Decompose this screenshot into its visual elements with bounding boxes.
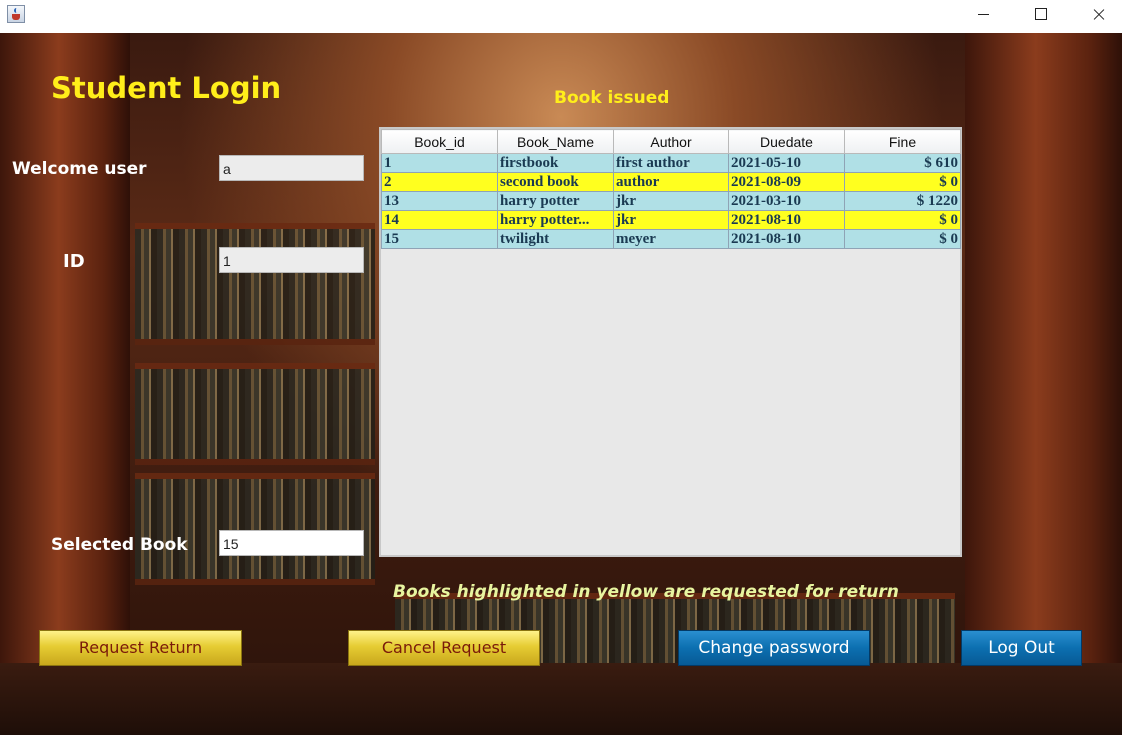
selected-book-label: Selected Book [51,535,188,555]
table-row[interactable]: 15 twilight meyer 2021-08-10 $ 0 [381,229,961,249]
cell-book-id[interactable]: 2 [381,172,498,192]
welcome-user-field[interactable]: a [219,155,364,181]
cell-fine[interactable]: $ 0 [844,210,961,230]
welcome-label: Welcome user [12,159,147,179]
cell-author[interactable]: jkr [613,191,729,211]
column-header-duedate[interactable]: Duedate [728,129,845,154]
title-bar [0,0,1122,33]
cell-duedate[interactable]: 2021-08-09 [728,172,845,192]
page-title: Student Login [51,71,282,105]
cell-fine[interactable]: $ 0 [844,229,961,249]
table-row[interactable]: 2 second book author 2021-08-09 $ 0 [381,172,961,192]
column-header-fine[interactable]: Fine [844,129,961,154]
column-header-author[interactable]: Author [613,129,729,154]
id-label: ID [63,251,85,272]
java-app-icon [7,5,25,23]
highlight-note: Books highlighted in yellow are requeste… [393,582,899,602]
cancel-request-button[interactable]: Cancel Request [348,630,540,666]
table-title: Book issued [554,88,670,108]
cell-fine[interactable]: $ 0 [844,172,961,192]
cell-duedate[interactable]: 2021-08-10 [728,229,845,249]
log-out-button[interactable]: Log Out [961,630,1082,666]
background-bookshelf [135,363,375,465]
selected-book-field[interactable]: 15 [219,530,364,556]
minimize-icon[interactable] [960,0,1006,30]
cell-fine[interactable]: $ 610 [844,153,961,173]
cell-book-id[interactable]: 15 [381,229,498,249]
cell-book-name[interactable]: second book [497,172,614,192]
id-field[interactable]: 1 [219,247,364,273]
table-row[interactable]: 13 harry potter jkr 2021-03-10 $ 1220 [381,191,961,211]
cell-author[interactable]: first author [613,153,729,173]
cell-book-name[interactable]: firstbook [497,153,614,173]
table-row[interactable]: 14 harry potter... jkr 2021-08-10 $ 0 [381,210,961,230]
cell-fine[interactable]: $ 1220 [844,191,961,211]
background-floor [0,663,1122,735]
cell-book-id[interactable]: 13 [381,191,498,211]
cell-duedate[interactable]: 2021-03-10 [728,191,845,211]
cell-author[interactable]: author [613,172,729,192]
library-background: Student Login Book issued Welcome user a… [0,33,1122,735]
close-icon[interactable] [1076,0,1122,30]
cell-book-name[interactable]: harry potter... [497,210,614,230]
background-bookshelf [135,473,375,585]
books-issued-table[interactable]: Book_id Book_Name Author Duedate Fine 1f… [379,127,962,557]
background-bookshelf [135,223,375,345]
cell-book-id[interactable]: 1 [381,153,498,173]
cell-book-id[interactable]: 14 [381,210,498,230]
table-header-row: Book_id Book_Name Author Duedate Fine [381,129,961,154]
column-header-book-id[interactable]: Book_id [381,129,498,154]
maximize-icon[interactable] [1018,0,1064,30]
cell-duedate[interactable]: 2021-08-10 [728,210,845,230]
cell-book-name[interactable]: harry potter [497,191,614,211]
change-password-button[interactable]: Change password [678,630,870,666]
cell-book-name[interactable]: twilight [497,229,614,249]
table-row[interactable]: 1 firstbook first author 2021-05-10 $ 610 [381,153,961,173]
column-header-book-name[interactable]: Book_Name [497,129,614,154]
cell-duedate[interactable]: 2021-05-10 [728,153,845,173]
cell-author[interactable]: jkr [613,210,729,230]
cell-author[interactable]: meyer [613,229,729,249]
request-return-button[interactable]: Request Return [39,630,242,666]
